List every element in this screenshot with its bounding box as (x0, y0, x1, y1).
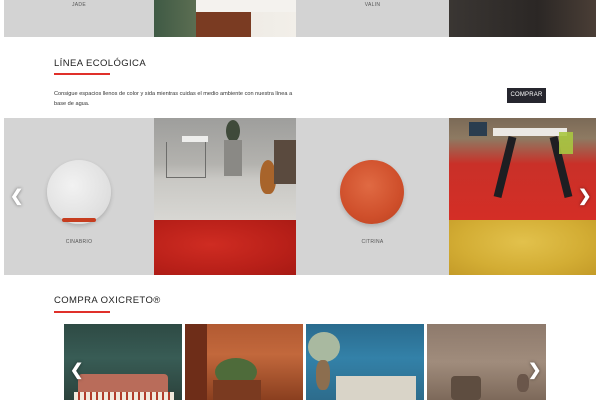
interior-photo (154, 0, 296, 37)
previous-carousel: JADE VALIN (4, 0, 596, 37)
gallery-item[interactable] (306, 324, 424, 400)
interior-photo (449, 0, 596, 37)
buy-section-title: COMPRA OXICRETO® (54, 295, 161, 306)
chevron-right-icon[interactable]: ❯ (528, 363, 541, 379)
swatch-label: JADE (72, 2, 86, 8)
swatch-label: CITRINA (361, 239, 384, 245)
product-gallery (64, 324, 546, 400)
red-floor-texture (154, 220, 296, 275)
eco-line-title: LÍNEA ECOLÓGICA (54, 58, 147, 69)
chevron-left-icon[interactable]: ❮ (10, 189, 23, 205)
color-disc (47, 160, 111, 224)
swatch-card-cinabrio[interactable]: CINABRIO (4, 118, 154, 275)
yellow-floor-texture (449, 220, 596, 275)
eco-carousel: CINABRIO CITRINA (4, 118, 596, 275)
chevron-left-icon[interactable]: ❮ (70, 363, 83, 379)
buy-button[interactable]: COMPRAR (507, 88, 546, 103)
swatch-card-citrina[interactable]: CITRINA (296, 118, 449, 275)
swatch-label: VALIN (364, 2, 381, 8)
gallery-item[interactable] (185, 324, 303, 400)
swatch-card-valin[interactable]: VALIN (296, 0, 449, 37)
disc-shadow (62, 218, 96, 222)
swatch-card-jade[interactable]: JADE (4, 0, 154, 37)
eco-line-description: Consigue espacios llenos de color y sida… (54, 91, 293, 107)
kitchen-photo (449, 118, 596, 220)
bathroom-photo (154, 118, 296, 220)
title-underline (54, 73, 110, 75)
chevron-right-icon[interactable]: ❯ (578, 189, 591, 205)
title-underline (54, 311, 110, 313)
swatch-label: CINABRIO (65, 239, 93, 245)
color-disc (340, 160, 404, 224)
